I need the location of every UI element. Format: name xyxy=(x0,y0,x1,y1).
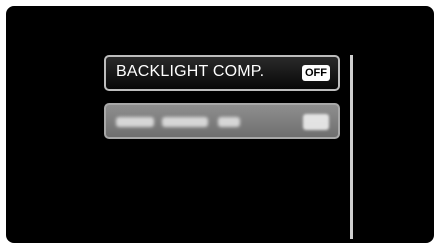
blurred-value-badge xyxy=(303,114,329,130)
menu-item-obscured[interactable] xyxy=(104,103,340,139)
scrollbar[interactable] xyxy=(350,55,353,239)
menu-item-label: BACKLIGHT COMP. xyxy=(116,63,265,80)
blurred-text xyxy=(116,117,154,127)
blurred-text xyxy=(218,117,240,127)
blurred-text xyxy=(162,117,208,127)
setting-value-badge: OFF xyxy=(302,65,330,81)
menu-item-backlight-comp[interactable]: BACKLIGHT COMP. OFF xyxy=(104,55,340,91)
camera-menu-screen: BACKLIGHT COMP. OFF xyxy=(6,6,434,243)
